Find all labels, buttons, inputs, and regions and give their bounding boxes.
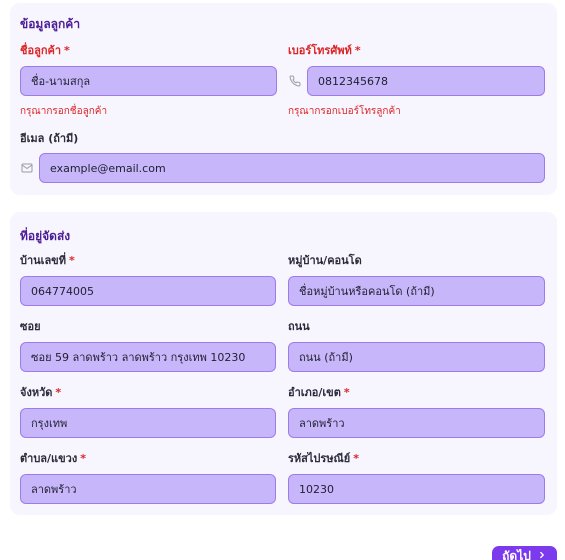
road-input[interactable] [288, 342, 545, 372]
province-label: จังหวัด * [20, 386, 62, 399]
customer-phone-label: เบอร์โทรศัพท์ * [288, 44, 361, 57]
customer-name-input[interactable] [20, 66, 277, 96]
house-no-label-row: บ้านเลขที่ * [20, 254, 75, 268]
chevron-right-icon [537, 549, 547, 560]
customer-name-error: กรุณากรอกชื่อลูกค้า [20, 106, 108, 117]
road-label: ถนน [288, 320, 310, 333]
soi-label-row: ซอย [20, 320, 41, 334]
province-input[interactable] [20, 408, 276, 438]
postcode-label-row: รหัสไปรษณีย์ * [288, 452, 359, 466]
soi-label: ซอย [20, 320, 41, 333]
subdistrict-label: ตำบล/แขวง * [20, 452, 86, 465]
road-label-row: ถนน [288, 320, 310, 334]
next-button[interactable]: ถัดไป [492, 546, 557, 560]
postcode-label: รหัสไปรษณีย์ * [288, 452, 359, 465]
phone-icon [288, 74, 302, 88]
province-label-row: จังหวัด * [20, 386, 61, 400]
shipping-address-card: ที่อยู่จัดส่ง บ้านเลขที่* หมู่บ้าน/คอนโด… [10, 212, 557, 515]
customer-phone-label-row: เบอร์โทรศัพท์ * [288, 44, 361, 58]
district-input[interactable] [288, 408, 545, 438]
village-input[interactable] [288, 276, 545, 306]
customer-info-card: ข้อมูลลูกค้า ชื่อลูกค้า* กรุณากรอกชื่อลู… [10, 3, 557, 195]
subdistrict-input[interactable] [20, 474, 276, 504]
customer-phone-error: กรุณากรอกเบอร์โทรลูกค้า [288, 106, 401, 117]
soi-input[interactable] [20, 342, 276, 372]
customer-phone-input[interactable] [307, 66, 545, 96]
village-label: หมู่บ้าน/คอนโด [288, 254, 362, 267]
house-no-label: บ้านเลขที่ * [20, 254, 75, 267]
customer-email-label-row: อีเมล (ถ้ามี) [20, 132, 78, 146]
customer-email-label: อีเมล (ถ้ามี) [20, 132, 79, 145]
house-no-input[interactable] [20, 276, 276, 306]
postcode-input[interactable] [288, 474, 545, 504]
subdistrict-label-row: ตำบล/แขวง * [20, 452, 86, 466]
customer-email-input[interactable] [39, 153, 545, 183]
district-label-row: อำเภอ/เขต * [288, 386, 350, 400]
customer-name-label-row: ชื่อลูกค้า * [20, 44, 70, 58]
customer-name-label: ชื่อลูกค้า * [20, 44, 70, 57]
shipping-section-title: ที่อยู่จัดส่ง [20, 229, 71, 243]
district-label: อำเภอ/เขต * [288, 386, 350, 399]
next-button-label: ถัดไป [502, 548, 531, 560]
village-label-row: หมู่บ้าน/คอนโด [288, 254, 362, 268]
mail-icon [20, 161, 34, 175]
customer-section-title: ข้อมูลลูกค้า [20, 17, 81, 31]
